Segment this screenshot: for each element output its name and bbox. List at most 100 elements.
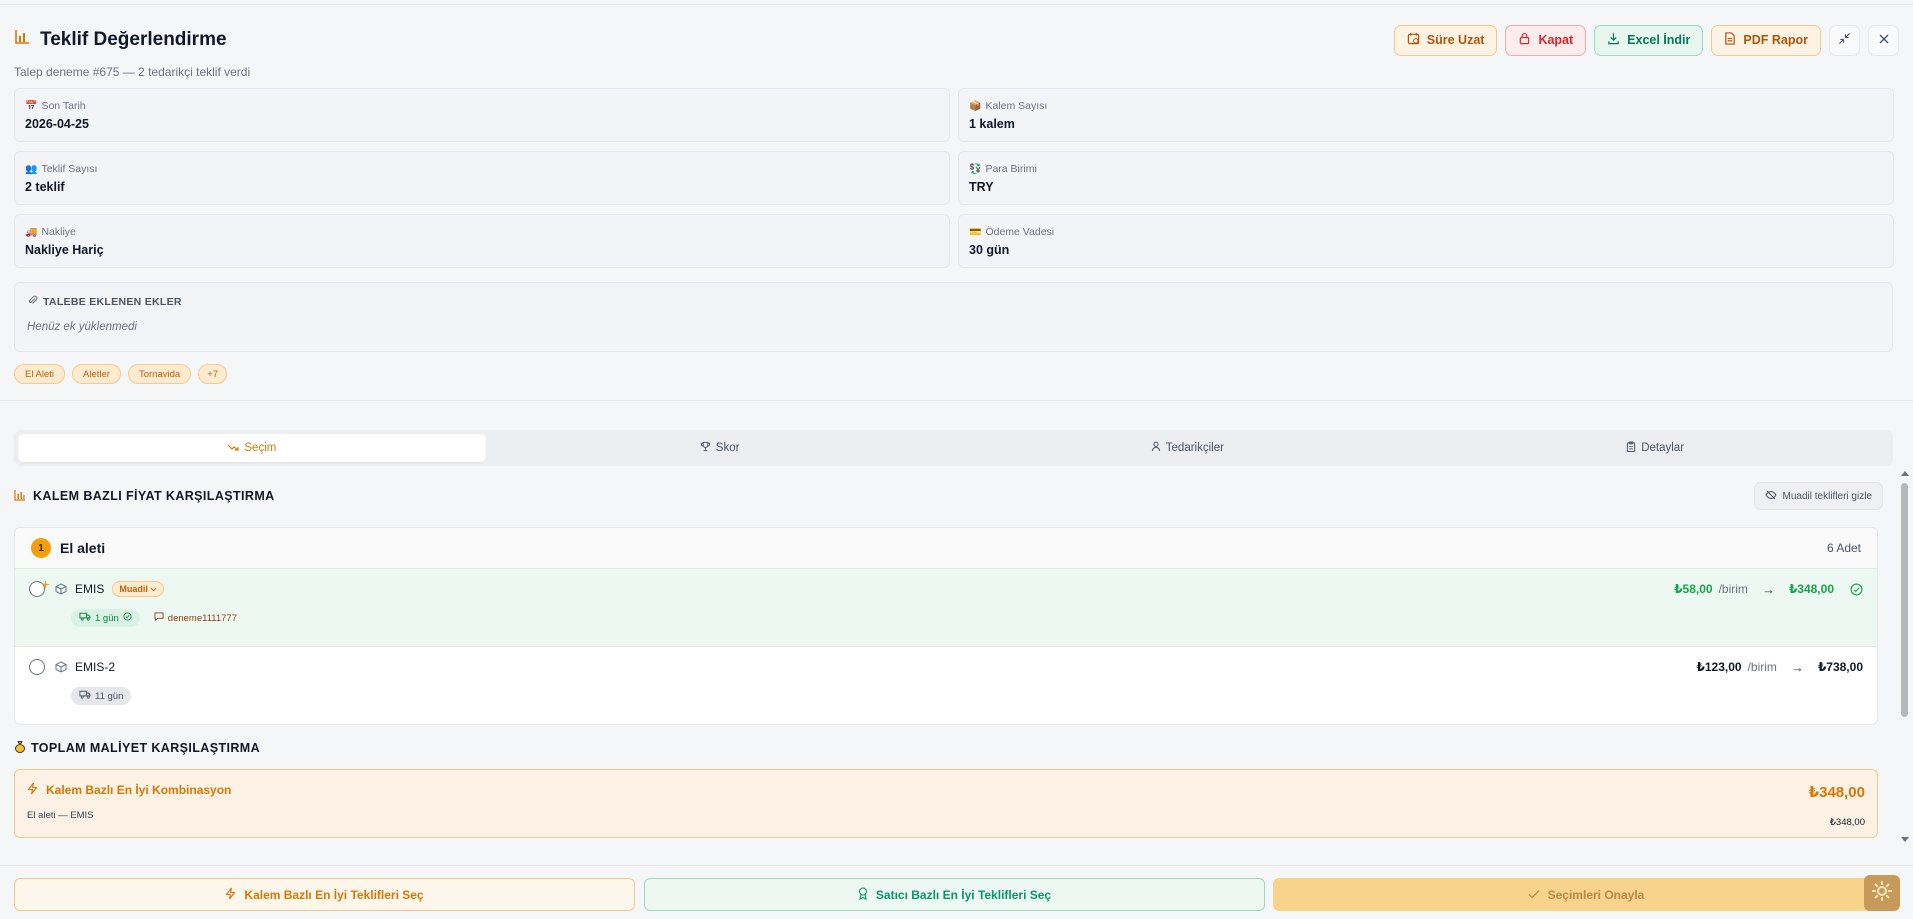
offer-row[interactable]: EMIS Muadil ₺58,00 /birim → ₺348,00 1 gü… bbox=[15, 569, 1877, 647]
lightning-icon bbox=[225, 887, 237, 903]
award-icon bbox=[858, 886, 868, 903]
download-icon bbox=[1607, 32, 1620, 48]
header-actions: Süre Uzat Kapat Excel İndir PDF Rapor bbox=[1393, 24, 1899, 56]
tag[interactable]: Aletler bbox=[72, 364, 121, 384]
paperclip-icon bbox=[27, 295, 38, 309]
scrollbar-thumb[interactable] bbox=[1901, 483, 1908, 717]
info-label-row: 💱 Para Birimi bbox=[969, 163, 1883, 175]
info-label: Son Tarih bbox=[41, 100, 86, 112]
select-best-item-offers-label: Kalem Bazlı En İyi Teklifleri Seç bbox=[244, 887, 424, 902]
scroll-up-arrow[interactable] bbox=[1901, 471, 1909, 476]
info-card-deadline: 📅 Son Tarih 2026-04-25 bbox=[14, 88, 950, 142]
info-label: Para Birimi bbox=[985, 163, 1037, 175]
select-best-item-offers-button[interactable]: Kalem Bazlı En İyi Teklifleri Seç bbox=[14, 878, 635, 911]
attachments-heading: TALEBE EKLENEN EKLER bbox=[27, 295, 1880, 309]
header: Teklif Değerlendirme Süre Uzat Kapat Exc… bbox=[14, 24, 1899, 56]
tab-selection[interactable]: Seçim bbox=[18, 434, 486, 462]
offer-row-meta: 1 gün deneme1111777 bbox=[71, 609, 1863, 627]
equivalent-badge-label: Muadil bbox=[119, 584, 148, 594]
unit-price: ₺58,00 bbox=[1674, 582, 1713, 596]
sparkle-icon bbox=[41, 576, 50, 594]
info-label: Teklif Sayısı bbox=[41, 163, 98, 175]
tab-score[interactable]: Skor bbox=[486, 434, 954, 462]
confirm-selections-button[interactable]: Seçimleri Onayla bbox=[1273, 878, 1899, 911]
info-label-row: 📦 Kalem Sayısı bbox=[969, 100, 1883, 112]
gear-icon bbox=[1870, 879, 1894, 908]
attachments-heading-text: TALEBE EKLENEN EKLER bbox=[43, 296, 182, 308]
eye-off-icon bbox=[1764, 490, 1777, 503]
attachments-empty-text: Henüz ek yüklenmedi bbox=[27, 321, 137, 333]
category-tags: El Aleti Aletler Tornavida +7 bbox=[14, 364, 228, 384]
info-label: Nakliye bbox=[41, 226, 76, 238]
tab-bar: Seçim Skor Tedarikçiler Detaylar bbox=[14, 430, 1893, 466]
attachments-panel: TALEBE EKLENEN EKLER Henüz ek yüklenmedi bbox=[14, 282, 1893, 352]
money-bag-icon bbox=[14, 740, 26, 756]
tag[interactable]: Tornavida bbox=[127, 364, 192, 384]
supplier-name: EMIS-2 bbox=[75, 660, 116, 674]
message-icon bbox=[154, 612, 164, 624]
bar-chart-icon bbox=[14, 489, 26, 504]
package-icon: 📦 bbox=[969, 100, 982, 112]
offer-row-top: EMIS Muadil ₺58,00 /birim → ₺348,00 bbox=[29, 579, 1863, 599]
truck-icon bbox=[79, 612, 91, 624]
clipboard-icon bbox=[1626, 441, 1636, 455]
tab-label: Detaylar bbox=[1641, 442, 1685, 454]
note-text: deneme1111777 bbox=[167, 612, 237, 624]
item-quantity: 6 Adet bbox=[1826, 541, 1861, 555]
page-subtitle: Talep deneme #675 — 2 tedarikçi teklif v… bbox=[14, 65, 251, 79]
excel-download-label: Excel İndir bbox=[1627, 33, 1691, 47]
total-cost-title-text: TOPLAM MALİYET KARŞILAŞTIRMA bbox=[31, 741, 261, 755]
close-request-label: Kapat bbox=[1538, 33, 1574, 47]
select-best-supplier-offers-button[interactable]: Satıcı Bazlı En İyi Teklifleri Seç bbox=[644, 878, 1265, 911]
info-card-currency: 💱 Para Birimi TRY bbox=[958, 151, 1894, 205]
close-icon bbox=[1878, 33, 1890, 48]
offer-radio[interactable] bbox=[29, 580, 50, 597]
tab-details[interactable]: Detaylar bbox=[1421, 434, 1889, 462]
lightning-icon bbox=[27, 782, 38, 798]
select-best-supplier-offers-label: Satıcı Bazlı En İyi Teklifleri Seç bbox=[875, 887, 1052, 902]
info-card-offer-count: 👥 Teklif Sayısı 2 teklif bbox=[14, 151, 950, 205]
arrow-icon: → bbox=[1761, 581, 1775, 597]
offer-radio[interactable] bbox=[29, 659, 45, 675]
close-request-button[interactable]: Kapat bbox=[1505, 24, 1587, 56]
settings-widget[interactable] bbox=[1864, 875, 1900, 911]
minimize-icon bbox=[1838, 32, 1851, 48]
info-label-row: 🚚 Nakliye bbox=[25, 226, 939, 238]
close-button[interactable] bbox=[1868, 24, 1899, 56]
trophy-icon bbox=[700, 441, 711, 455]
tab-suppliers[interactable]: Tedarikçiler bbox=[954, 434, 1422, 462]
tag[interactable]: El Aleti bbox=[14, 364, 66, 384]
price-summary: ₺58,00 /birim → ₺348,00 bbox=[1674, 582, 1863, 597]
offer-row[interactable]: EMIS-2 ₺123,00 /birim → ₺738,00 11 gün bbox=[15, 647, 1877, 724]
currency-exchange-icon: 💱 bbox=[969, 163, 982, 175]
bar-chart-icon bbox=[14, 29, 30, 51]
extend-deadline-button[interactable]: Süre Uzat bbox=[1393, 24, 1498, 56]
combination-line-supplier: EMIS bbox=[70, 810, 94, 821]
scrollbar[interactable] bbox=[1900, 471, 1909, 842]
total-price: ₺738,00 bbox=[1817, 660, 1863, 674]
top-divider bbox=[0, 4, 1913, 5]
combination-line-item: El aleti — bbox=[27, 810, 71, 821]
delivery-chip: 11 gün bbox=[71, 687, 132, 705]
info-value: 30 gün bbox=[969, 243, 1010, 257]
excel-download-button[interactable]: Excel İndir bbox=[1594, 24, 1704, 56]
delivery-time: 11 gün bbox=[95, 690, 124, 702]
info-label-row: 💳 Ödeme Vadesi bbox=[969, 226, 1883, 238]
tab-label: Skor bbox=[715, 442, 740, 454]
scroll-down-arrow[interactable] bbox=[1901, 837, 1909, 842]
check-circle-icon bbox=[123, 612, 132, 624]
more-tags-badge[interactable]: +7 bbox=[198, 364, 228, 384]
supplier-note: deneme1111777 bbox=[154, 612, 237, 624]
package-icon bbox=[55, 583, 67, 595]
truck-icon bbox=[79, 690, 91, 702]
equivalent-badge[interactable]: Muadil bbox=[112, 581, 164, 597]
minimize-button[interactable] bbox=[1829, 24, 1860, 56]
pdf-report-button[interactable]: PDF Rapor bbox=[1711, 24, 1821, 56]
offer-row-meta: 11 gün bbox=[71, 687, 1863, 705]
combination-line: El aleti — EMIS bbox=[27, 810, 1865, 821]
info-card-item-count: 📦 Kalem Sayısı 1 kalem bbox=[958, 88, 1894, 142]
chevron-down-icon bbox=[150, 584, 157, 594]
user-icon bbox=[1151, 441, 1161, 455]
best-combination-card: Kalem Bazlı En İyi Kombinasyon ₺348,00 E… bbox=[14, 769, 1878, 838]
hide-equivalents-button[interactable]: Muadil teklifleri gizle bbox=[1753, 482, 1883, 510]
